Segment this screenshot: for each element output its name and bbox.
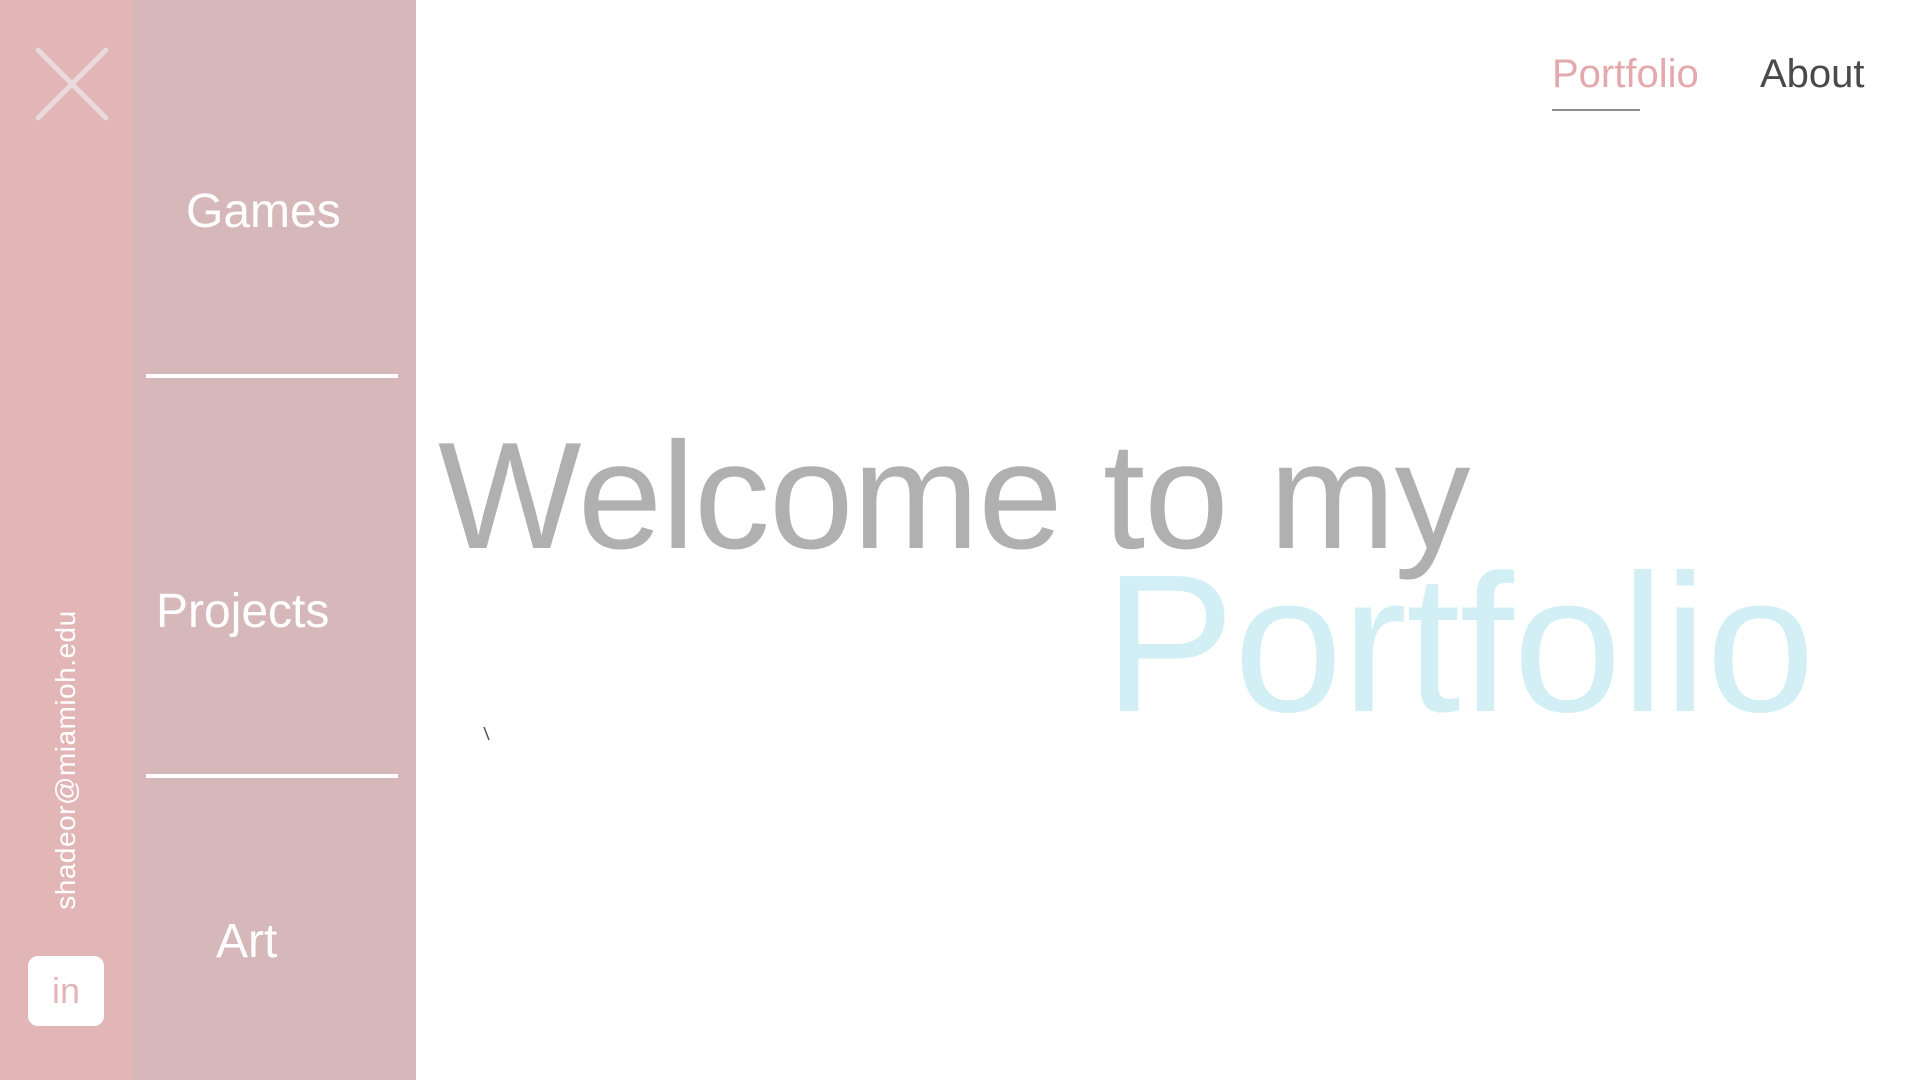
- menu-item-art[interactable]: Art: [216, 914, 277, 969]
- nav-portfolio-link[interactable]: Portfolio: [1552, 52, 1699, 111]
- left-rail: shadeor@miamioh.edu in: [0, 0, 132, 1080]
- page: shadeor@miamioh.edu in Games Projects Ar…: [0, 0, 1920, 1080]
- active-nav-underline: [1552, 109, 1640, 111]
- close-menu-button[interactable]: [34, 46, 110, 122]
- nav-about-link[interactable]: About: [1760, 52, 1865, 97]
- linkedin-icon: in: [51, 970, 81, 1011]
- menu-item-games[interactable]: Games: [186, 184, 341, 239]
- close-icon: [35, 47, 109, 121]
- top-nav: Portfolio About: [1552, 52, 1865, 132]
- menu-divider: [146, 374, 398, 378]
- cursor-mark: [483, 726, 490, 741]
- side-menu: Games Projects Art: [132, 0, 416, 1080]
- menu-divider: [146, 774, 398, 778]
- hero-subheading: Portfolio: [1104, 534, 1815, 753]
- linkedin-button[interactable]: in: [28, 956, 104, 1026]
- nav-portfolio-label: Portfolio: [1552, 52, 1699, 96]
- menu-item-projects[interactable]: Projects: [156, 584, 329, 639]
- email-link[interactable]: shadeor@miamioh.edu: [50, 610, 82, 909]
